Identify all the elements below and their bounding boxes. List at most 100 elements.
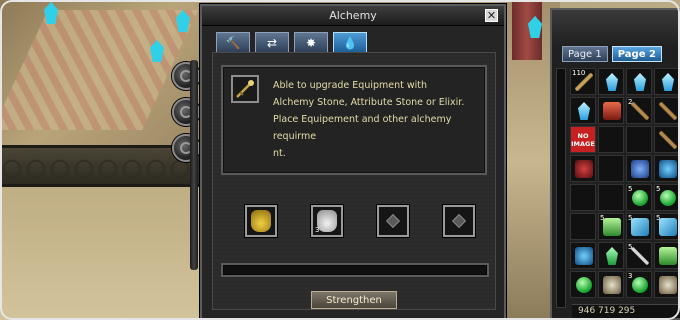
inventory-scrollbar[interactable] (556, 68, 566, 308)
green-orb-icon (576, 277, 592, 293)
tab-sparkle[interactable]: ✸ (294, 32, 328, 52)
info-box: Able to upgrade Equipment with Alchemy S… (221, 65, 487, 175)
item-count: 2 (628, 98, 633, 106)
inventory-slot[interactable] (654, 242, 680, 269)
item-count: 3 (628, 272, 633, 280)
hammer-icon: 🔨 (225, 35, 241, 50)
inventory-slot[interactable] (626, 126, 652, 153)
inventory-slot[interactable]: 110 (570, 68, 596, 95)
alchemy-panel: Able to upgrade Equipment with Alchemy S… (212, 52, 496, 310)
inventory-slot[interactable] (570, 97, 596, 124)
tab-page-1[interactable]: Page 1 (562, 46, 608, 62)
alchemy-title: Alchemy (329, 9, 377, 22)
inventory-slot[interactable] (654, 126, 680, 153)
inventory-slot[interactable]: 5 (598, 213, 624, 240)
item-count: 5 (656, 214, 661, 222)
blue-creature-icon (575, 247, 593, 265)
item-count: 110 (572, 69, 586, 77)
inventory-slot[interactable] (570, 271, 596, 298)
slot-count: 3 (315, 226, 320, 234)
crossbow-icon (631, 102, 649, 120)
inventory-slot[interactable]: 5 (626, 184, 652, 211)
inventory-slot[interactable]: 5 (654, 184, 680, 211)
blue-crystal-icon (662, 73, 674, 91)
green-orb-icon (632, 190, 648, 206)
alchemy-tabs: 🔨 ⇄ ✸ 💧 (216, 32, 367, 52)
alchemy-progress-bar (221, 263, 489, 277)
green-orb-icon (660, 190, 676, 206)
inventory-slot[interactable]: 5 (654, 213, 680, 240)
inventory-slot[interactable] (654, 97, 680, 124)
blue-box-icon (631, 218, 649, 236)
info-line: Able to upgrade Equipment with (273, 80, 428, 91)
inventory-slot[interactable] (654, 68, 680, 95)
wand-icon (236, 80, 254, 98)
green-orb-icon (632, 277, 648, 293)
info-line: Alchemy Stone, Attribute Stone or Elixir… (273, 97, 465, 108)
gold-elixir-bag-icon (251, 210, 271, 232)
tab-refresh[interactable]: ⇄ (255, 32, 289, 52)
inventory-slot[interactable] (598, 271, 624, 298)
ornate-railing (0, 145, 200, 187)
green-gem-icon (606, 247, 618, 265)
water-drop-icon: 💧 (342, 35, 358, 50)
crossbow-icon (659, 102, 677, 120)
crossbow-icon (659, 131, 677, 149)
no-image-icon: NO IMAGE (571, 127, 595, 152)
sparkle-icon: ✸ (305, 35, 317, 50)
inventory-slot[interactable]: 2 (626, 97, 652, 124)
inventory-slot[interactable]: 5 (626, 213, 652, 240)
skeleton-icon (659, 276, 677, 294)
tab-water-drop[interactable]: 💧 (333, 32, 367, 52)
blue-box-icon (659, 218, 677, 236)
blue-creature-icon (659, 160, 677, 178)
equipment-slot[interactable] (245, 205, 277, 237)
inventory-slot[interactable] (598, 242, 624, 269)
inventory-slot[interactable]: NO IMAGE (570, 126, 596, 153)
inventory-slot[interactable] (598, 155, 624, 182)
tab-hammer[interactable]: 🔨 (216, 32, 250, 52)
alchemy-titlebar[interactable]: Alchemy (202, 6, 504, 26)
blue-crystal-icon (578, 102, 590, 120)
blue-crystal-icon (634, 73, 646, 91)
inventory-slot[interactable] (570, 184, 596, 211)
sword-icon (631, 247, 649, 265)
info-icon-frame (231, 75, 259, 103)
inventory-slot[interactable]: 3 (626, 271, 652, 298)
stone-floor (0, 187, 200, 320)
inventory-slot[interactable] (598, 126, 624, 153)
strengthen-button[interactable]: Strengthen (311, 291, 397, 309)
empty-slot-icon (385, 213, 401, 229)
blue-pouch-icon (631, 160, 649, 178)
inventory-slot[interactable] (570, 155, 596, 182)
alchemy-slots: 3 (245, 205, 475, 237)
inventory-slot[interactable] (598, 184, 624, 211)
close-button[interactable]: ✕ (485, 9, 498, 22)
item-count: 5 (628, 185, 633, 193)
inventory-tabs: Page 1 Page 2 (562, 46, 662, 62)
alchemy-window: Alchemy ✕ 🔨 ⇄ ✸ 💧 Able to upgrade Equipm… (200, 4, 506, 320)
skeleton-icon (603, 276, 621, 294)
item-count: 5 (628, 243, 633, 251)
red-pouch-icon (575, 160, 593, 178)
inventory-slot[interactable]: 5 (626, 242, 652, 269)
green-bottle-icon (659, 247, 677, 265)
tab-page-2[interactable]: Page 2 (611, 46, 662, 62)
inventory-slot[interactable] (654, 155, 680, 182)
inventory-slot[interactable] (626, 155, 652, 182)
stone-slot[interactable]: 3 (311, 205, 343, 237)
empty-material-slot[interactable] (443, 205, 475, 237)
empty-material-slot[interactable] (377, 205, 409, 237)
inventory-slot[interactable] (598, 97, 624, 124)
info-line: Place Equipement and other alchemy requi… (273, 114, 452, 142)
inventory-slot[interactable] (598, 68, 624, 95)
inventory-slot[interactable] (570, 213, 596, 240)
inventory-slot[interactable] (654, 271, 680, 298)
item-count: 5 (628, 214, 633, 222)
inventory-slot[interactable] (570, 242, 596, 269)
refresh-arrows-icon: ⇄ (266, 35, 278, 50)
inventory-window: Page 1 Page 2 110 2 NO IMAGE 5 5 5 5 5 5 3 946 71… (550, 8, 680, 320)
item-count: 5 (600, 214, 605, 222)
item-count: 5 (656, 185, 661, 193)
inventory-slot[interactable] (626, 68, 652, 95)
